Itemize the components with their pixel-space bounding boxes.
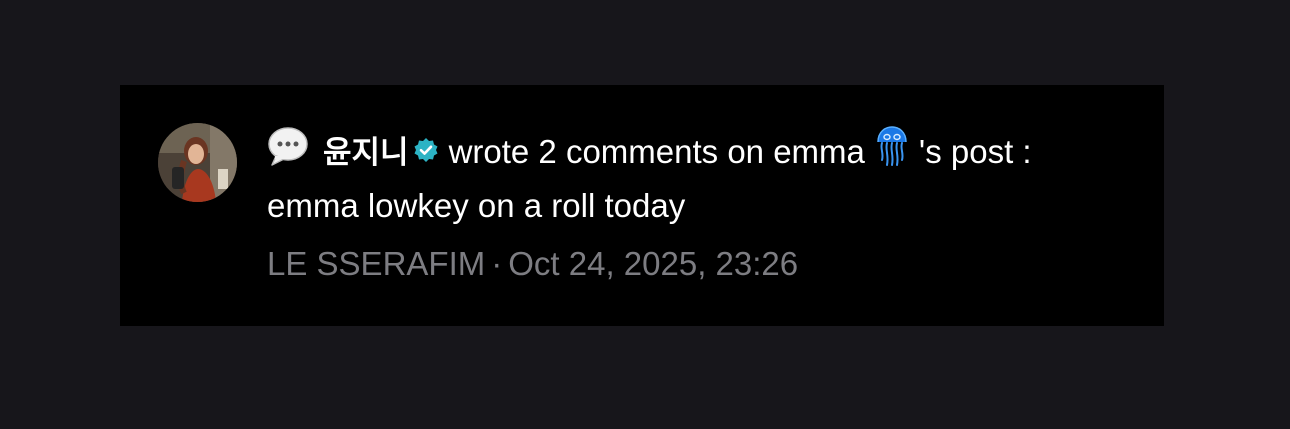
action-text: wrote 2 comments on emma [448, 133, 865, 170]
author-name[interactable]: 윤지니 [323, 135, 409, 171]
jellyfish-icon [875, 125, 909, 177]
notification-meta: LE SSERAFIM · Oct 24, 2025, 23:26 [267, 243, 1147, 285]
avatar[interactable] [158, 123, 237, 202]
avatar-photo-icon [158, 123, 237, 202]
post-suffix: 's post : [918, 133, 1032, 170]
group-name: LE SSERAFIM [267, 245, 486, 283]
comment-text: emma lowkey on a roll today [267, 187, 686, 225]
notification-content: 윤지니 wrote 2 comments on emma 's post: e… [267, 126, 1147, 285]
verified-badge-icon [413, 131, 439, 173]
speech-bubble-icon [267, 126, 309, 176]
notification-headline: 윤지니 wrote 2 comments on emma 's post: [267, 126, 1147, 177]
notification-card[interactable]: 윤지니 wrote 2 comments on emma 's post: e… [120, 85, 1164, 326]
meta-separator: · [491, 245, 503, 283]
timestamp: Oct 24, 2025, 23:26 [508, 245, 799, 283]
